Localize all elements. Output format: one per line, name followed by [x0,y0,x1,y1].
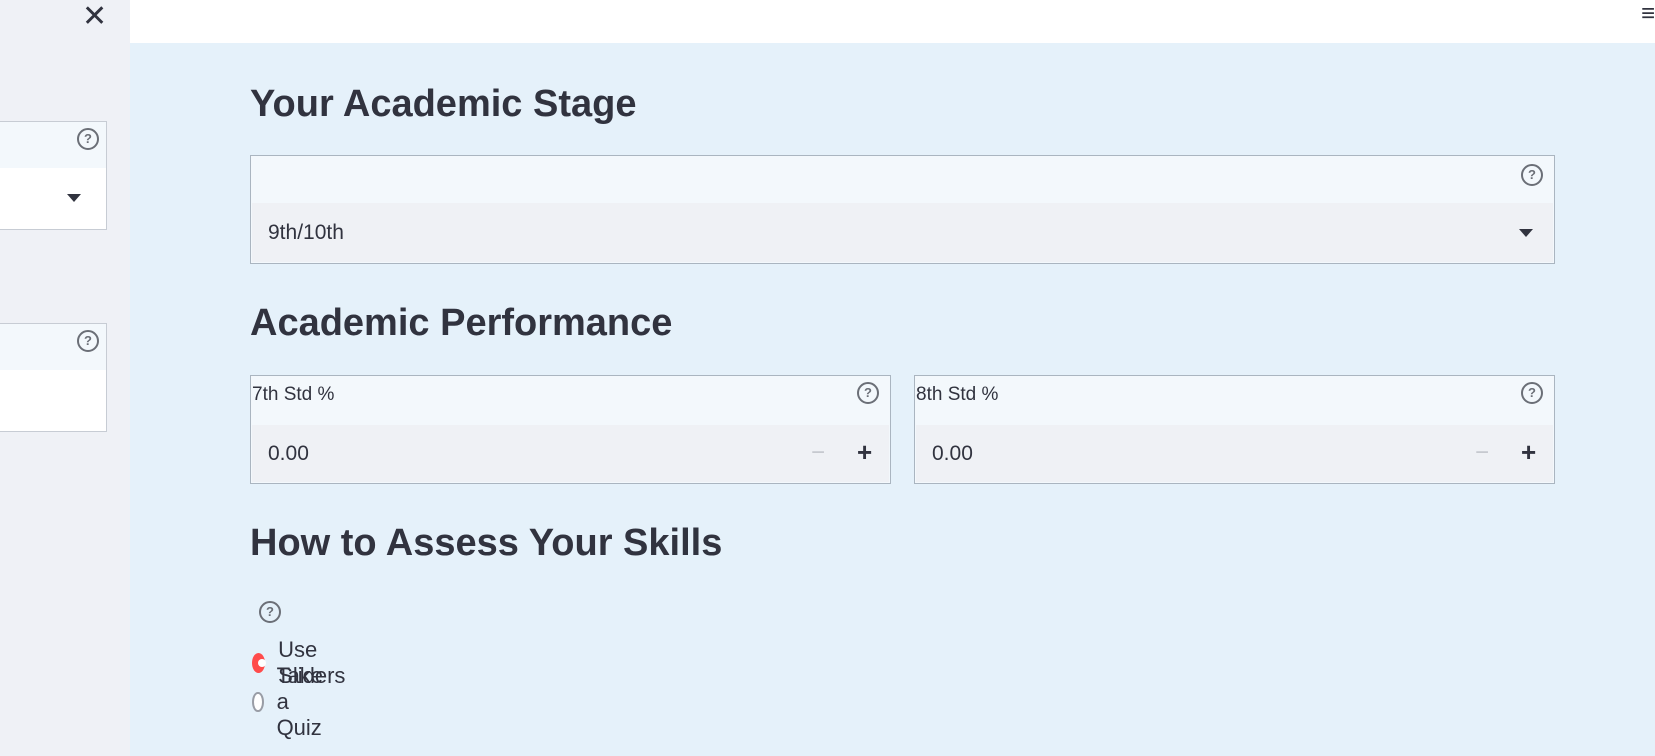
plus-icon[interactable]: + [1521,437,1536,468]
sidebar-input[interactable]: ? [0,323,107,432]
caret-down-icon[interactable] [67,194,81,202]
radio-option-take-a-quiz[interactable]: Take a Quiz [252,663,331,740]
academic-stage-select[interactable]: ? 9th/10th [250,155,1555,264]
academic-stage-select-field[interactable]: 9th/10th [252,203,1553,262]
close-icon[interactable]: ✕ [82,2,107,32]
8th-std-percent-value[interactable]: 0.00 [932,442,973,466]
sidebar-input-label-area: ? [0,324,106,370]
section-title-academic-performance: Academic Performance [250,302,673,344]
minus-icon[interactable]: − [1475,439,1489,467]
sidebar-input-value-area[interactable] [0,370,106,431]
radio-selected-icon[interactable] [252,653,267,673]
sidebar: ✕ ? ? [0,0,130,756]
caret-down-icon[interactable] [1519,229,1533,237]
academic-stage-selected-value: 9th/10th [268,221,344,244]
section-title-academic-stage: Your Academic Stage [250,83,637,125]
help-icon[interactable]: ? [77,330,99,352]
minus-icon[interactable]: − [811,439,825,467]
sidebar-select-label-area: ? [0,122,106,168]
8th-std-percent-label: 8th Std % [916,384,999,405]
7th-std-percent-field[interactable]: 0.00 − + [252,425,889,482]
7th-std-percent-label: 7th Std % [252,384,335,405]
radio-unselected-icon[interactable] [252,692,264,712]
help-icon[interactable]: ? [77,128,99,150]
help-icon[interactable]: ? [259,601,281,623]
menu-icon[interactable]: ≡ [1641,0,1655,28]
8th-std-percent-field[interactable]: 0.00 − + [916,425,1553,482]
7th-std-percent-input[interactable]: 7th Std % ? 0.00 − + [250,375,891,484]
help-icon[interactable]: ? [857,382,879,404]
sidebar-select[interactable]: ? [0,121,107,230]
section-title-assess-skills: How to Assess Your Skills [250,522,723,564]
7th-std-percent-value[interactable]: 0.00 [268,442,309,466]
plus-icon[interactable]: + [857,437,872,468]
help-icon[interactable]: ? [1521,382,1543,404]
sidebar-select-value-area[interactable] [0,168,106,229]
top-bar: ≡ [130,0,1655,43]
help-icon[interactable]: ? [1521,164,1543,186]
radio-label-take-a-quiz: Take a Quiz [276,663,324,740]
8th-std-percent-input[interactable]: 8th Std % ? 0.00 − + [914,375,1555,484]
